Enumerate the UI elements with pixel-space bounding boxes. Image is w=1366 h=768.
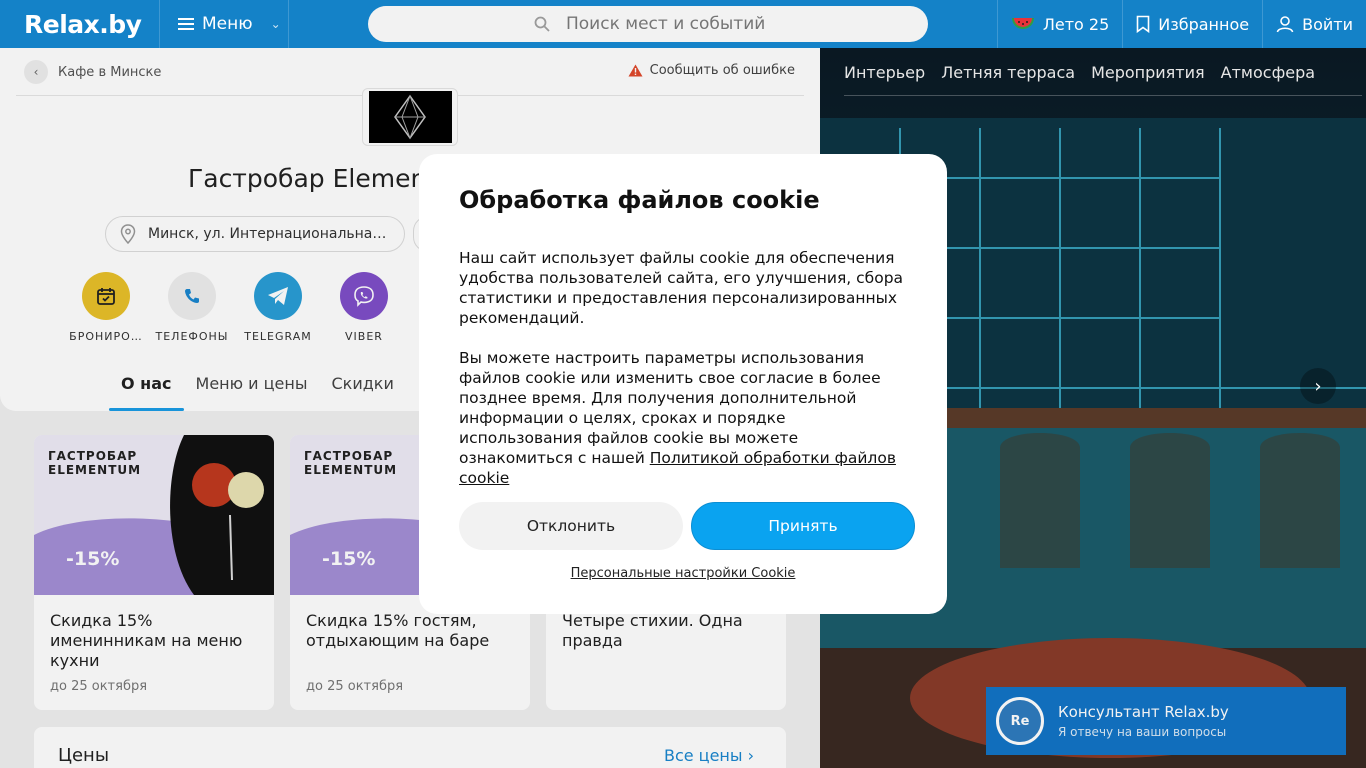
gallery-tab-atmosphere[interactable]: Атмосфера [1221, 63, 1315, 82]
search-input[interactable] [566, 14, 926, 34]
site-logo[interactable]: Relax.by [0, 0, 160, 48]
cookie-modal: Обработка файлов cookie Наш сайт использ… [419, 154, 947, 614]
bookmark-icon [1136, 15, 1150, 33]
top-header: Relax.by Меню ⌄ Лето 25 Избранное Войти [0, 0, 1366, 48]
hamburger-icon [178, 18, 194, 30]
user-icon [1276, 16, 1294, 33]
decline-button[interactable]: Отклонить [459, 502, 683, 550]
watermelon-icon [1011, 18, 1034, 29]
login-link[interactable]: Войти [1262, 0, 1366, 48]
chevron-right-icon[interactable]: › [1300, 368, 1336, 404]
login-label: Войти [1302, 14, 1353, 34]
gallery-tabs: Интерьер Летняя терраса Мероприятия Атмо… [844, 63, 1315, 82]
favorites-link[interactable]: Избранное [1122, 0, 1262, 48]
cookie-text-2: Вы можете настроить параметры использова… [459, 349, 896, 487]
search-bar[interactable] [368, 6, 928, 42]
gallery-divider [844, 95, 1362, 96]
accept-button[interactable]: Принять [691, 502, 915, 550]
summer-link[interactable]: Лето 25 [996, 0, 1122, 48]
personal-cookie-settings-link[interactable]: Персональные настройки Cookie [419, 566, 947, 581]
gallery-tab-interior[interactable]: Интерьер [844, 63, 925, 82]
favorites-label: Избранное [1158, 14, 1250, 34]
cookie-text-1: Наш сайт использует файлы cookie для обе… [459, 249, 904, 327]
menu-label: Меню [202, 14, 253, 34]
gallery-tab-terrace[interactable]: Летняя терраса [941, 63, 1075, 82]
search-icon [534, 16, 550, 32]
menu-button[interactable]: Меню ⌄ [160, 0, 289, 48]
gallery-tab-events[interactable]: Мероприятия [1091, 63, 1205, 82]
chevron-down-icon: ⌄ [270, 17, 281, 31]
summer-label: Лето 25 [1042, 14, 1110, 34]
cookie-modal-title: Обработка файлов cookie [459, 186, 820, 214]
